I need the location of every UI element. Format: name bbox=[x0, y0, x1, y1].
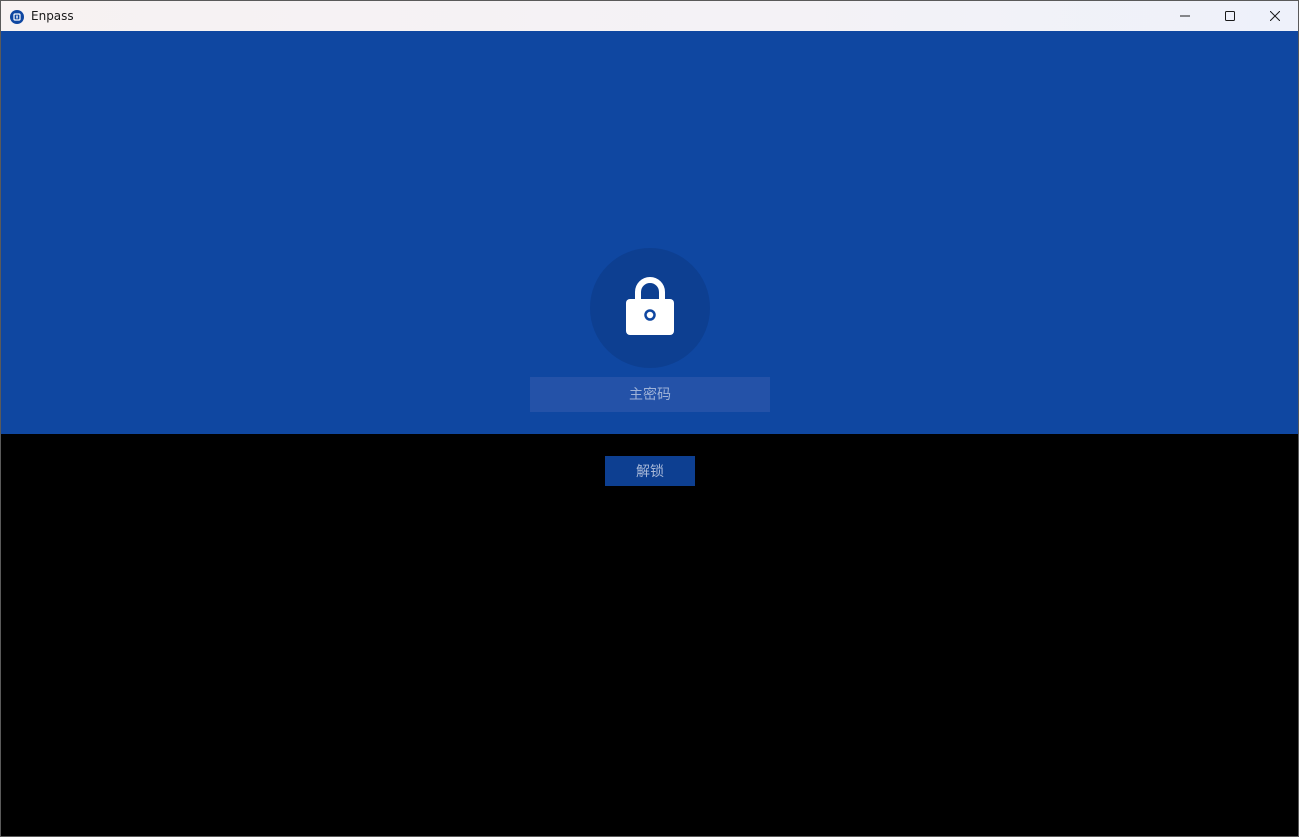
minimize-icon bbox=[1180, 11, 1190, 21]
title-bar[interactable]: Enpass bbox=[1, 1, 1298, 31]
maximize-button[interactable] bbox=[1207, 1, 1253, 31]
minimize-button[interactable] bbox=[1162, 1, 1208, 31]
close-button[interactable] bbox=[1252, 1, 1298, 31]
unlock-button-label: 解锁 bbox=[636, 464, 664, 480]
app-window: Enpass 解锁 bbox=[0, 0, 1299, 837]
lock-badge bbox=[590, 248, 710, 368]
close-icon bbox=[1270, 11, 1280, 21]
maximize-icon bbox=[1225, 11, 1235, 21]
enpass-logo-icon bbox=[10, 9, 24, 24]
unlock-button[interactable]: 解锁 bbox=[605, 456, 695, 486]
lock-screen-header bbox=[1, 31, 1298, 434]
padlock-icon bbox=[625, 275, 675, 341]
master-password-input[interactable] bbox=[530, 377, 770, 412]
window-title: Enpass bbox=[31, 9, 74, 23]
